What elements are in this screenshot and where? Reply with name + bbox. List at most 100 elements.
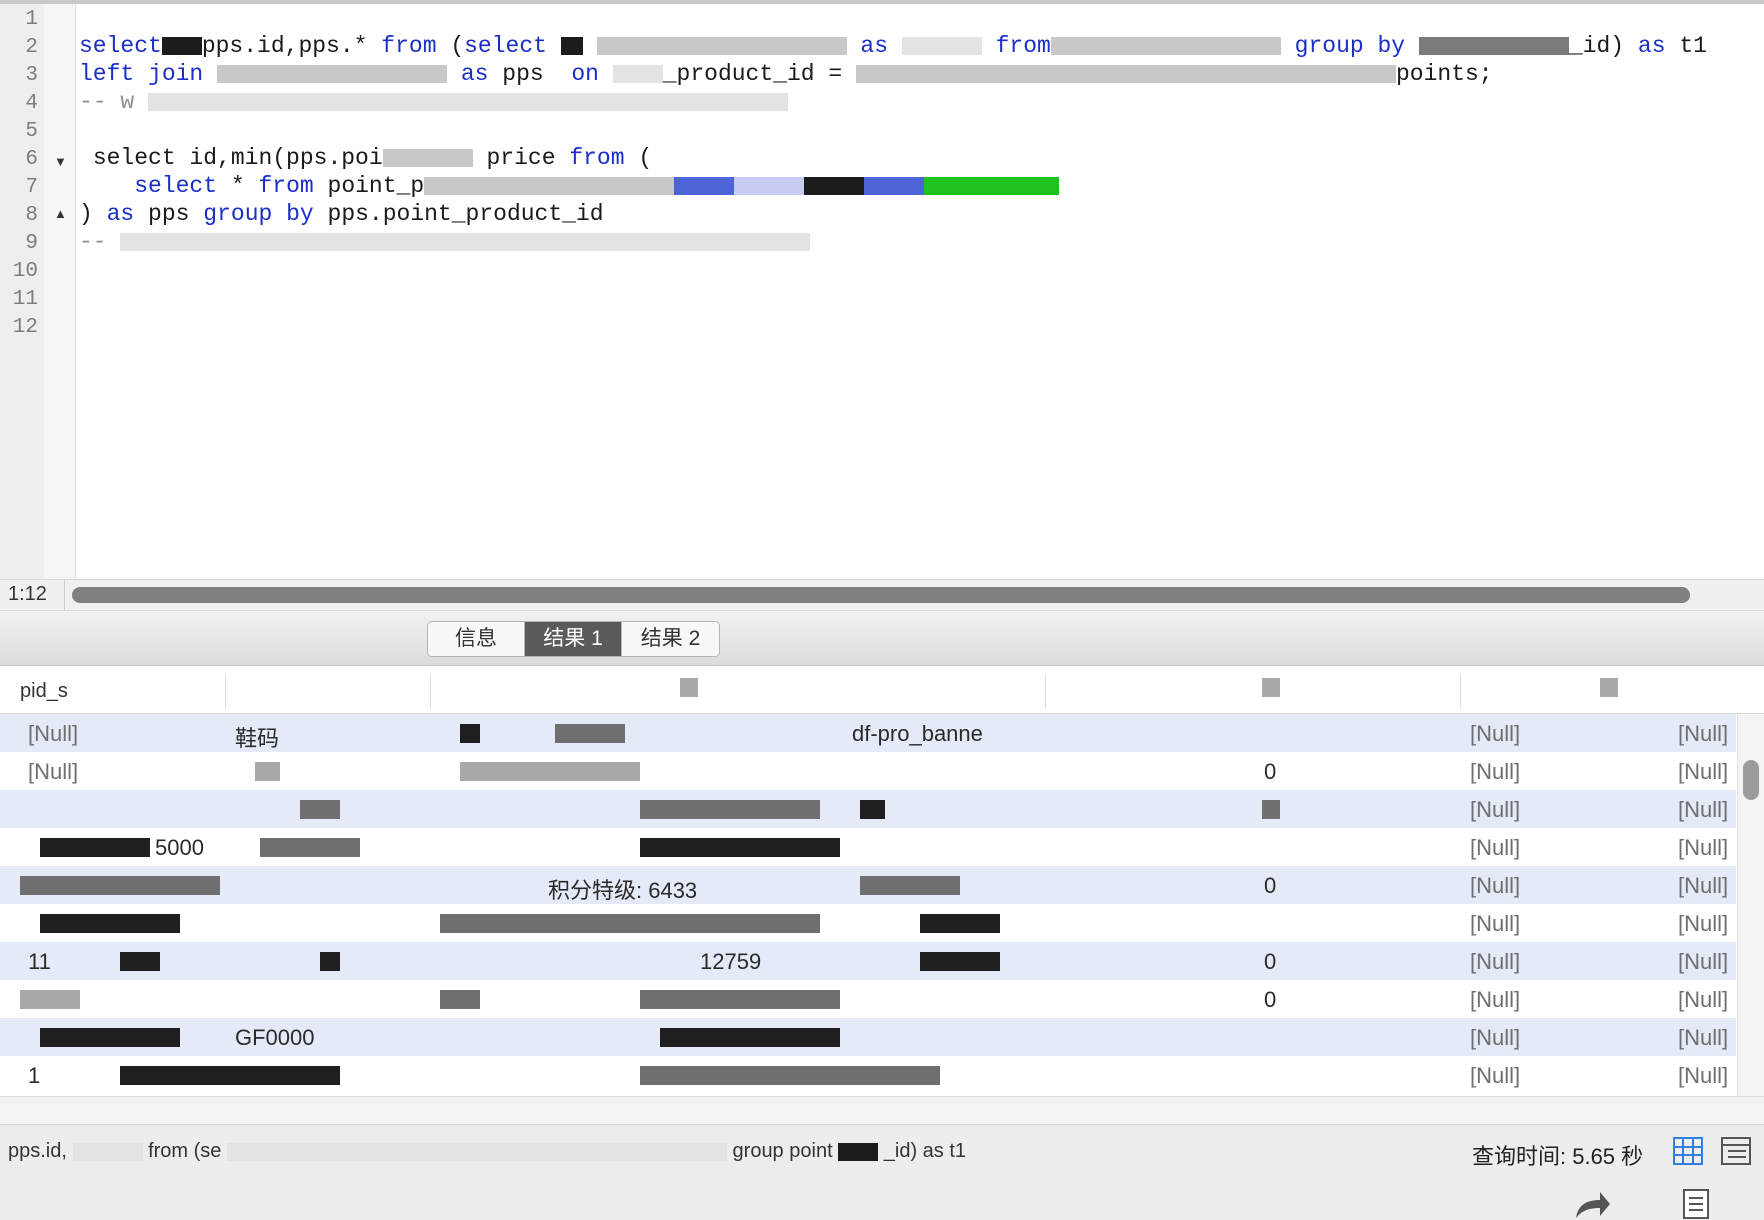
grid-vertical-scrollbar[interactable] (1737, 714, 1764, 1096)
null-cell[interactable]: [Null] (1678, 873, 1728, 899)
sql-editor[interactable]: 1 2 3 4 5 6 7 8 9 10 11 12 ▼ ▲ select pps… (0, 4, 1764, 579)
tab-result-2[interactable]: 结果 2 (622, 622, 719, 656)
null-cell[interactable]: [Null] (1678, 911, 1728, 937)
line-number: 6 (25, 148, 38, 171)
table-cell[interactable]: 5000 (155, 835, 204, 861)
table-row[interactable]: 5000 [Null] [Null] (0, 828, 1736, 866)
redacted-block (920, 952, 1000, 971)
null-cell[interactable]: [Null] (1678, 987, 1728, 1013)
code-line-7: select * from point_p (79, 173, 1060, 199)
redacted-block (300, 800, 340, 819)
redacted-block (640, 838, 840, 857)
line-number: 3 (25, 64, 38, 87)
redacted-block (901, 36, 982, 55)
bottom-toolbar (0, 1180, 1764, 1220)
redacted-block (320, 952, 340, 971)
column-separator[interactable] (1045, 674, 1046, 708)
share-icon[interactable] (1572, 1188, 1612, 1220)
redacted-block (1050, 36, 1281, 55)
keyword: left join (79, 61, 204, 87)
line-number: 12 (12, 316, 38, 339)
table-row[interactable]: [Null] [Null] (0, 904, 1736, 942)
redacted-block (20, 876, 220, 895)
grid-view-icon[interactable] (1672, 1135, 1704, 1167)
redacted-block (382, 148, 473, 167)
null-cell[interactable]: [Null] (1678, 1063, 1728, 1089)
table-row[interactable]: 11 12759 0 [Null] [Null] (0, 942, 1736, 980)
table-row[interactable]: 0 [Null] [Null] (0, 980, 1736, 1018)
null-cell[interactable]: [Null] (1678, 949, 1728, 975)
null-cell[interactable]: [Null] (1470, 1025, 1520, 1051)
code-line-6: select id,min(pps.poi price from ( (79, 145, 652, 171)
column-separator[interactable] (1460, 674, 1461, 708)
code-token: t1 (1679, 33, 1707, 59)
redacted-block (734, 176, 805, 195)
code-token: point_p (327, 173, 425, 199)
result-grid[interactable]: pid_s [Null] 鞋码 df-pro_banne [Null] [Nul… (0, 666, 1764, 1096)
null-cell[interactable]: [Null] (1470, 949, 1520, 975)
line-number: 1 (25, 8, 38, 31)
table-row[interactable]: [Null] 0 [Null] [Null] (0, 752, 1736, 790)
redacted-block (555, 724, 625, 743)
tab-info[interactable]: 信息 (428, 622, 525, 656)
null-cell[interactable]: [Null] (1470, 797, 1520, 823)
null-cell[interactable]: [Null] (1678, 1025, 1728, 1051)
table-cell[interactable]: 0 (1264, 873, 1276, 899)
table-row[interactable]: [Null] 鞋码 df-pro_banne [Null] [Null] (0, 714, 1736, 752)
editor-status-bar: 1:12 (0, 579, 1764, 611)
null-cell[interactable]: [Null] (1470, 873, 1520, 899)
column-separator[interactable] (225, 674, 226, 708)
null-cell[interactable]: [Null] (1678, 759, 1728, 785)
table-cell[interactable]: 12759 (700, 949, 761, 975)
status-bar: pps.id, from (se group point _id) as t1 … (0, 1124, 1764, 1180)
table-cell[interactable]: 0 (1264, 987, 1276, 1013)
redacted-block (148, 92, 789, 111)
keyword: select (134, 173, 218, 199)
null-cell[interactable]: [Null] (1470, 759, 1520, 785)
code-token: points; (1395, 61, 1493, 87)
fold-collapse-icon[interactable]: ▼ (54, 154, 67, 169)
table-row[interactable]: GF0000 [Null] [Null] (0, 1018, 1736, 1056)
table-cell[interactable]: 1 (28, 1063, 40, 1089)
table-row[interactable]: [Null] [Null] (0, 790, 1736, 828)
redacted-block (660, 1028, 840, 1047)
table-cell[interactable]: 0 (1264, 759, 1276, 785)
code-line-8: ) as pps group by pps.point_product_id (79, 201, 604, 227)
null-cell[interactable]: [Null] (1678, 835, 1728, 861)
document-icon[interactable] (1680, 1188, 1712, 1220)
null-cell[interactable]: [Null] (1470, 987, 1520, 1013)
grid-horizontal-scrollbar[interactable] (0, 1096, 1764, 1124)
table-row[interactable]: 1 [Null] [Null] (0, 1056, 1736, 1094)
tab-result-1[interactable]: 结果 1 (525, 622, 622, 656)
null-cell[interactable]: [Null] (1470, 1063, 1520, 1089)
null-cell[interactable]: [Null] (1678, 721, 1728, 747)
form-view-icon[interactable] (1720, 1135, 1752, 1167)
redacted-block (855, 64, 1396, 83)
table-cell[interactable]: df-pro_banne (852, 721, 983, 747)
fold-strip (44, 4, 75, 579)
table-row[interactable]: 积分特级: 6433 0 [Null] [Null] (0, 866, 1736, 904)
column-header[interactable]: pid_s (20, 680, 68, 703)
table-cell[interactable]: 11 (28, 949, 51, 975)
table-cell[interactable]: 积分特级: 6433 (548, 873, 697, 905)
column-separator[interactable] (430, 674, 431, 708)
table-cell[interactable]: 鞋码 (235, 721, 279, 753)
keyword: as (860, 33, 888, 59)
table-cell[interactable]: GF0000 (235, 1025, 315, 1051)
table-cell[interactable]: [Null] (28, 759, 78, 785)
sql-fragment: from (se (148, 1140, 222, 1162)
null-cell[interactable]: [Null] (1470, 835, 1520, 861)
redacted-block (864, 176, 925, 195)
editor-horizontal-scrollbar[interactable] (72, 587, 1690, 603)
null-cell[interactable]: [Null] (1678, 797, 1728, 823)
table-cell[interactable]: 0 (1264, 949, 1276, 975)
keyword: on (571, 61, 599, 87)
table-cell[interactable]: [Null] (28, 721, 78, 747)
null-cell[interactable]: [Null] (1470, 721, 1520, 747)
fold-expand-icon[interactable]: ▲ (54, 206, 67, 221)
result-tabs: 信息 结果 1 结果 2 (427, 621, 720, 657)
redacted-block (924, 176, 1060, 195)
grid-scroll-thumb[interactable] (1743, 760, 1759, 800)
null-cell[interactable]: [Null] (1470, 911, 1520, 937)
grid-header: pid_s (0, 666, 1764, 714)
